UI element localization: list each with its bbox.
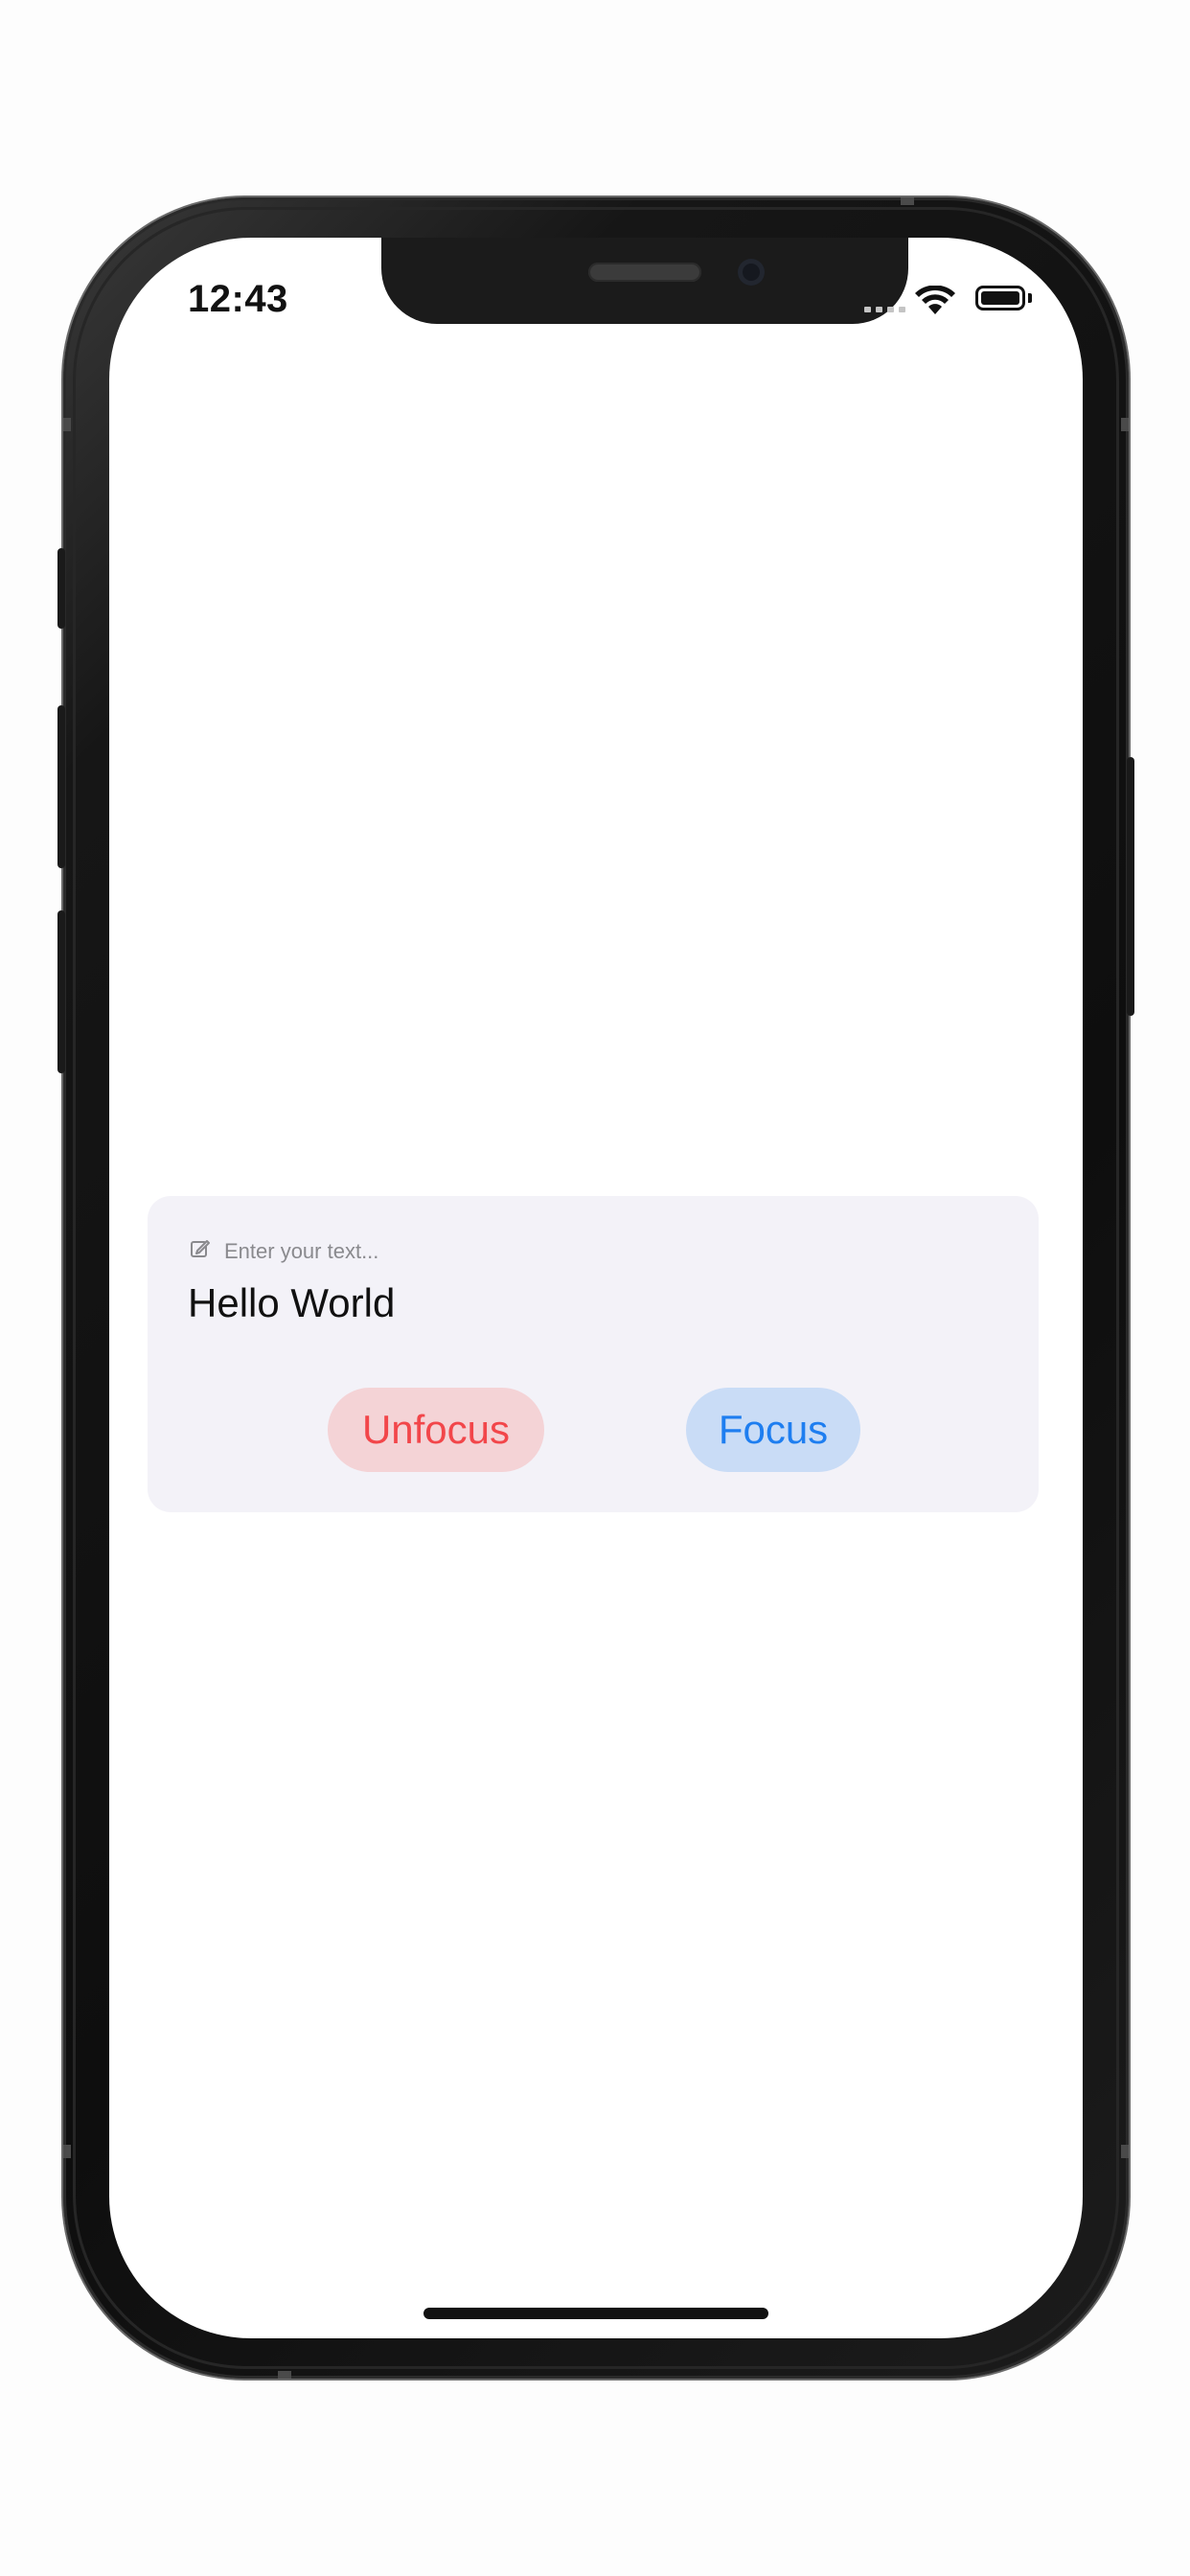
text-input-field[interactable] xyxy=(188,1276,1002,1330)
front-camera xyxy=(738,259,765,286)
antenna-band xyxy=(1121,418,1129,431)
battery-full-icon xyxy=(975,286,1025,310)
wifi-icon xyxy=(914,285,956,321)
battery-tip xyxy=(1028,293,1032,303)
antenna-band xyxy=(278,2371,291,2379)
volume-up-button xyxy=(57,705,65,868)
power-button xyxy=(1127,757,1134,1016)
unfocus-button[interactable]: Unfocus xyxy=(328,1388,544,1472)
volume-down-button xyxy=(57,910,65,1073)
silent-switch xyxy=(57,548,65,629)
antenna-band xyxy=(901,197,914,205)
input-placeholder: Enter your text... xyxy=(224,1238,379,1263)
text-input-card: Enter your text... Unfocus Focus xyxy=(148,1196,1039,1512)
home-indicator[interactable] xyxy=(423,2308,768,2319)
device-stage: 12:43 Enter your text... Hello World Unf… xyxy=(0,0,1190,2576)
notch xyxy=(381,238,908,324)
antenna-band xyxy=(1121,2145,1129,2158)
phone-frame: 12:43 Enter your text... Hello World Unf… xyxy=(63,197,1129,2379)
antenna-band xyxy=(63,2145,71,2158)
focus-button[interactable]: Focus xyxy=(686,1388,860,1472)
cellular-signal-icon xyxy=(864,307,905,312)
edit-icon xyxy=(190,1238,211,1264)
status-time: 12:43 xyxy=(188,278,288,320)
screen: 12:43 Enter your text... Hello World Unf… xyxy=(109,238,1083,2338)
speaker-grille xyxy=(588,263,701,282)
antenna-band xyxy=(63,418,71,431)
input-label-row: Enter your text... xyxy=(190,1238,378,1264)
